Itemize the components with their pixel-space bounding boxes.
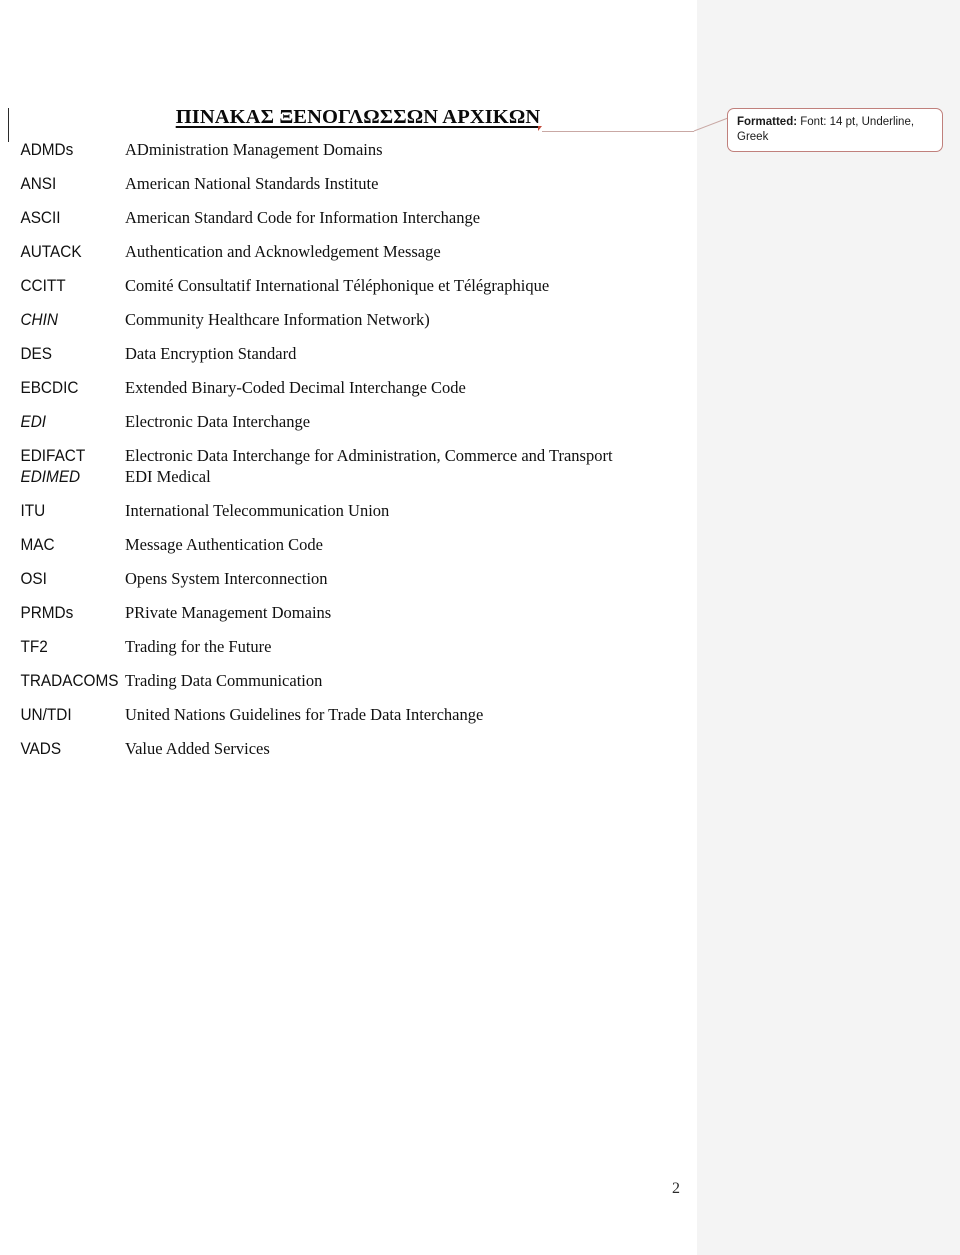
comment-leader-elbow xyxy=(693,117,729,132)
abbreviation-definition: Extended Binary-Coded Decimal Interchang… xyxy=(125,378,466,397)
abbreviation-definition: Opens System Interconnection xyxy=(125,569,328,588)
abbreviation-definition: American Standard Code for Information I… xyxy=(125,208,481,227)
abbreviation-definition: International Telecommunication Union xyxy=(125,501,390,520)
abbreviation-term: CCITT xyxy=(20,277,66,295)
abbreviation-definition: Trading for the Future xyxy=(125,637,272,656)
abbreviation-definition: Comité Consultatif International Télépho… xyxy=(125,276,550,295)
page-title: ΠΙΝΑΚΑΣ ΞΕΝΟΓΛΩΣΣΩΝ ΑΡΧΙΚΩΝ xyxy=(175,106,541,128)
abbreviation-definition: Message Authentication Code xyxy=(125,535,323,554)
table-row: TF2 Trading for the Future xyxy=(0,637,697,657)
abbreviation-term: TF2 xyxy=(20,638,48,656)
table-row: TRADACOMS Trading Data Communication xyxy=(0,671,697,691)
table-row: EDIFACT Electronic Data Interchange for A… xyxy=(0,446,697,466)
table-row: EDIMED EDI Medical xyxy=(0,467,697,487)
abbreviation-term: UN/TDI xyxy=(20,706,72,724)
table-row: MAC Message Authentication Code xyxy=(0,535,697,555)
abbreviation-term: ANSI xyxy=(20,175,57,193)
abbreviation-definition: Electronic Data Interchange for Administ… xyxy=(125,446,613,465)
table-row: VADS Value Added Services xyxy=(0,739,697,759)
table-row: ANSI American National Standards Institut… xyxy=(0,174,697,194)
table-row: ITU International Telecommunication Union xyxy=(0,501,697,521)
abbreviation-definition: EDI Medical xyxy=(125,467,211,486)
abbreviation-definition: American National Standards Institute xyxy=(125,174,379,193)
abbreviation-term: OSI xyxy=(20,570,47,588)
table-row: OSI Opens System Interconnection xyxy=(0,569,697,589)
table-row: ADMDs ADministration Management Domains xyxy=(0,140,697,160)
abbreviation-definition: United Nations Guidelines for Trade Data… xyxy=(125,705,484,724)
abbreviation-definition: Authentication and Acknowledgement Messa… xyxy=(125,242,441,261)
table-row: UN/TDI United Nations Guidelines for Trad… xyxy=(0,705,697,725)
abbreviation-term: EBCDIC xyxy=(20,379,79,397)
page-number: 2 xyxy=(672,1180,680,1197)
abbreviation-glossary-table: ADMDs ADministration Management Domains AN… xyxy=(0,140,697,773)
abbreviation-term: AUTACK xyxy=(20,243,82,261)
abbreviation-term: TRADACOMS xyxy=(20,672,119,690)
table-row: EDI Electronic Data Interchange xyxy=(0,412,697,432)
abbreviation-term: MAC xyxy=(20,536,55,554)
abbreviation-term: EDIMED xyxy=(20,468,81,486)
table-row: ASCII American Standard Code for Informat… xyxy=(0,208,697,228)
abbreviation-definition: ADministration Management Domains xyxy=(125,140,383,159)
table-row: EBCDIC Extended Binary-Coded Decimal Inte… xyxy=(0,378,697,398)
abbreviation-term: DES xyxy=(20,345,53,363)
comment-label: Formatted: xyxy=(737,116,798,128)
abbreviation-definition: Value Added Services xyxy=(125,739,270,758)
abbreviation-term: EDI xyxy=(20,413,47,431)
revision-change-bar xyxy=(8,108,9,142)
abbreviation-term: EDIFACT xyxy=(20,447,86,465)
table-row: PRMDs PRivate Management Domains xyxy=(0,603,697,623)
abbreviation-definition: Data Encryption Standard xyxy=(125,344,297,363)
table-row: AUTACK Authentication and Acknowledgement… xyxy=(0,242,697,262)
comment-leader-line xyxy=(542,130,694,132)
abbreviation-definition: Community Healthcare Information Network… xyxy=(125,310,430,329)
table-row: CCITT Comité Consultatif International Té… xyxy=(0,276,697,296)
table-row: DES Data Encryption Standard xyxy=(0,344,697,364)
abbreviation-term: ADMDs xyxy=(20,141,74,159)
table-row: CHIN Community Healthcare Information Net… xyxy=(0,310,697,330)
abbreviation-term: PRMDs xyxy=(20,604,74,622)
abbreviation-term: VADS xyxy=(20,740,62,758)
abbreviation-definition: PRivate Management Domains xyxy=(125,603,332,622)
abbreviation-definition: Trading Data Communication xyxy=(125,671,323,690)
abbreviation-term: ASCII xyxy=(20,209,61,227)
abbreviation-term: CHIN xyxy=(20,311,58,329)
formatted-comment-balloon[interactable]: Formatted: Font: 14 pt, Underline, Greek xyxy=(727,108,943,152)
abbreviation-definition: Electronic Data Interchange xyxy=(125,412,311,431)
abbreviation-term: ITU xyxy=(20,502,46,520)
